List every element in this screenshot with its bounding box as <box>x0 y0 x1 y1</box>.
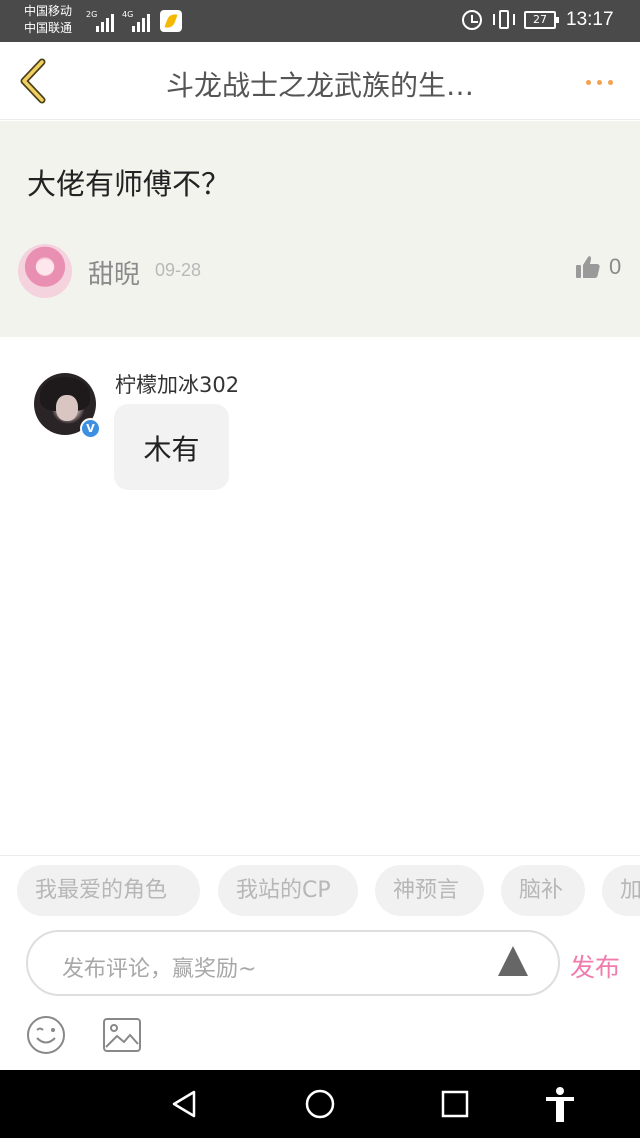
like-button[interactable]: 0 <box>575 252 627 286</box>
smiley-icon <box>27 1016 65 1054</box>
back-button[interactable] <box>14 56 54 106</box>
accessibility-button[interactable] <box>540 1084 580 1124</box>
like-count: 0 <box>609 254 622 279</box>
tag-chip[interactable]: 神预言 <box>375 865 484 916</box>
tag-chip[interactable]: 我站的CP <box>218 865 358 916</box>
comment-input[interactable]: 发布评论，赢奖励~ <box>26 930 560 996</box>
system-home-button[interactable] <box>300 1084 340 1124</box>
topic-tags-bar: 我最爱的角色 我站的CP 神预言 脑补 加 <box>0 855 640 927</box>
comment-placeholder: 发布评论，赢奖励~ <box>62 957 257 982</box>
thumbs-up-icon <box>576 256 600 278</box>
accessibility-icon <box>546 1087 574 1122</box>
screen: 中国移动 中国联通 2G 4G 27 13:17 斗龙战士之龙武族的生… 大佬有… <box>0 0 640 1138</box>
app-notification-icon <box>160 10 182 32</box>
nav-bar: 斗龙战士之龙武族的生… <box>0 42 640 120</box>
reply-text: 木有 <box>143 433 200 466</box>
question-date: 09-28 <box>155 260 202 280</box>
tag-chip[interactable]: 我最爱的角色 <box>17 865 200 916</box>
carrier-names: 中国移动 中国联通 <box>24 3 72 37</box>
image-button[interactable] <box>102 1017 142 1053</box>
vibrate-icon <box>492 9 516 31</box>
status-bar: 中国移动 中国联通 2G 4G 27 13:17 <box>0 0 640 42</box>
circle-home-icon <box>305 1089 335 1119</box>
system-recents-button[interactable] <box>435 1084 475 1124</box>
tag-chip[interactable]: 加 <box>602 865 640 916</box>
system-back-button[interactable] <box>165 1084 205 1124</box>
question-author-name[interactable]: 甜晲 <box>88 254 140 291</box>
publish-button[interactable]: 发布 <box>570 948 620 984</box>
carrier-2: 中国联通 <box>24 21 73 35</box>
triangle-up-icon[interactable] <box>498 946 528 976</box>
square-recents-icon <box>441 1090 469 1118</box>
carrier-1: 中国移动 <box>24 4 73 18</box>
battery-icon: 27 <box>524 11 559 29</box>
image-icon <box>103 1018 141 1052</box>
system-nav-bar <box>0 1070 640 1138</box>
alarm-icon <box>462 10 482 30</box>
more-button[interactable] <box>580 68 620 96</box>
reply-bubble: 木有 <box>114 404 229 490</box>
question-card: 大佬有师傅不？ 甜晲 09-28 0 <box>0 121 640 337</box>
emoji-button[interactable] <box>26 1015 66 1055</box>
reply-author-name[interactable]: 柠檬加冰302 <box>115 369 239 399</box>
chevron-left-icon <box>20 58 46 104</box>
question-author-avatar[interactable] <box>18 244 72 298</box>
tag-chip[interactable]: 脑补 <box>501 865 585 916</box>
triangle-back-icon <box>172 1090 196 1118</box>
status-time: 13:17 <box>566 9 614 30</box>
verified-badge-icon: V <box>80 418 101 439</box>
question-text: 大佬有师傅不？ <box>27 167 231 201</box>
page-title: 斗龙战士之龙武族的生… <box>165 69 474 102</box>
